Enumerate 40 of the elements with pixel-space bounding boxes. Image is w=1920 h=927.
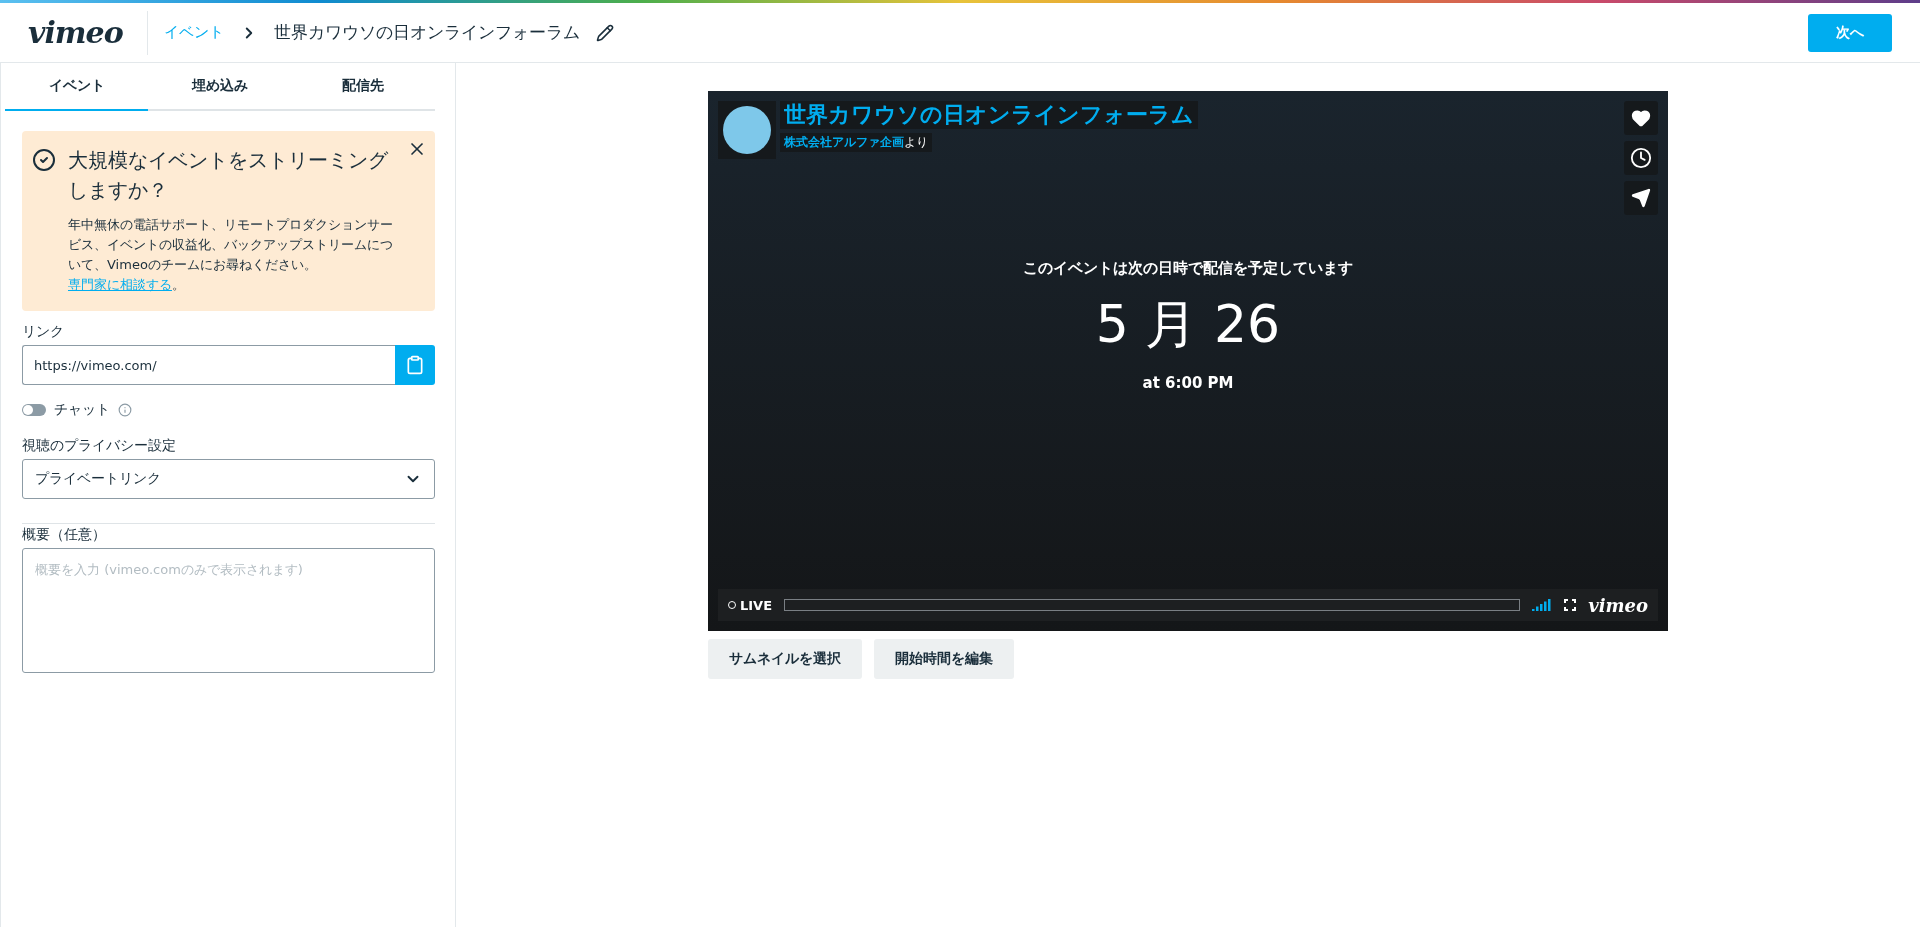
action-button[interactable]: サムネイルを選択 bbox=[708, 639, 862, 679]
share-button[interactable] bbox=[1624, 181, 1658, 215]
volume-icon[interactable] bbox=[1532, 599, 1553, 611]
owner-link[interactable]: 株式会社アルファ企画 bbox=[784, 134, 904, 151]
link-label: リンク bbox=[22, 323, 65, 341]
tab[interactable]: イベント bbox=[5, 63, 149, 111]
avatar-icon bbox=[722, 105, 772, 155]
check-circle-icon bbox=[32, 148, 56, 172]
link-field[interactable]: https://vimeo.com/ bbox=[22, 345, 395, 385]
action-button[interactable]: 開始時間を編集 bbox=[874, 639, 1014, 679]
vimeo-logo[interactable]: vimeo bbox=[28, 10, 148, 55]
progress-track[interactable] bbox=[784, 599, 1521, 611]
watch-later-button[interactable] bbox=[1624, 141, 1658, 175]
privacy-select[interactable]: プライベートリンク bbox=[22, 459, 435, 499]
fullscreen-icon[interactable] bbox=[1564, 599, 1577, 611]
event-date: 5 月 26 bbox=[1095, 293, 1281, 356]
tab[interactable]: 配信先 bbox=[291, 63, 435, 111]
privacy-label: 視聴のプライバシー設定 bbox=[22, 437, 177, 455]
description-field[interactable]: 概要を入力 (vimeo.comのみで表示されます) bbox=[22, 548, 435, 673]
tab[interactable]: 埋め込み bbox=[148, 63, 292, 111]
description-label: 概要（任意） bbox=[22, 526, 107, 544]
promo-title: 大規模なイベントをストリーミングしますか？ bbox=[68, 147, 389, 204]
promo-text: 年中無休の電話サポート、リモートプロダクションサービス、イベントの収益化、バックアップストリームについて、Vimeoのチームにお尋ねください。 専門家に相談する。 bbox=[68, 216, 394, 294]
page-title: 世界カワウソの日オンラインフォーラム bbox=[273, 21, 580, 44]
event-time: at 6:00 PM bbox=[1142, 374, 1234, 392]
clipboard-button[interactable] bbox=[395, 345, 435, 385]
chat-toggle[interactable] bbox=[22, 404, 46, 416]
paper-plane-icon bbox=[1631, 188, 1651, 208]
chat-label: チャット bbox=[54, 401, 110, 419]
event-title[interactable]: 世界カワウソの日オンラインフォーラム bbox=[780, 101, 1198, 129]
schedule-notice: このイベントは次の日時で配信を予定しています bbox=[1023, 259, 1353, 278]
clock-icon bbox=[1630, 147, 1652, 169]
info-icon[interactable] bbox=[118, 403, 132, 417]
clipboard-icon bbox=[405, 355, 425, 375]
byline-suffix: より bbox=[904, 134, 928, 151]
heart-icon bbox=[1631, 108, 1651, 128]
like-button[interactable] bbox=[1624, 101, 1658, 135]
pencil-icon[interactable] bbox=[595, 23, 614, 42]
vimeo-logo[interactable]: vimeo bbox=[1588, 594, 1648, 616]
live-label: LIVE bbox=[728, 597, 773, 613]
